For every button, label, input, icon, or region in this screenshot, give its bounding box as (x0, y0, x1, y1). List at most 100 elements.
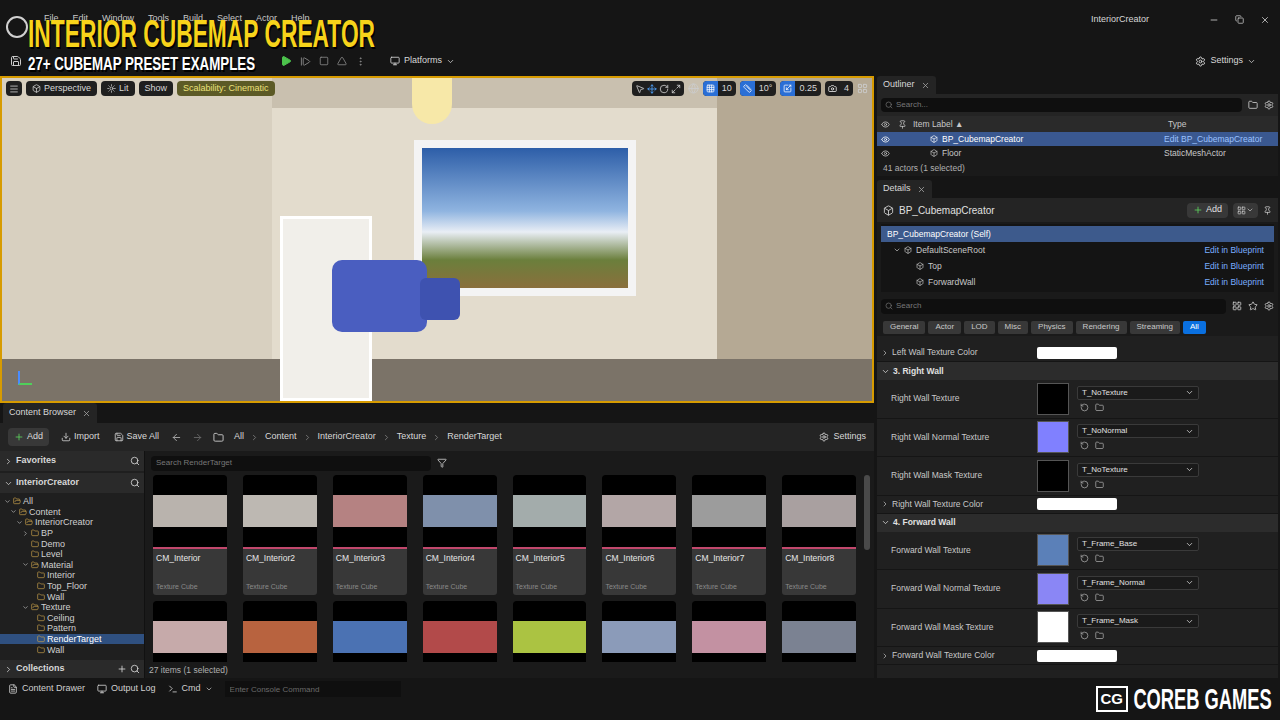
lock-icon[interactable] (1263, 206, 1272, 215)
asset-card[interactable]: CM_Interior2Texture Cube (243, 475, 317, 595)
asset-card[interactable] (333, 601, 407, 662)
gear-icon[interactable] (1264, 301, 1274, 311)
asset-search[interactable]: Search RenderTarget (151, 456, 431, 471)
eye-icon[interactable] (881, 135, 890, 144)
more-icon[interactable] (355, 56, 366, 67)
expand-icon[interactable] (881, 652, 889, 660)
details-search[interactable]: Search (881, 299, 1226, 314)
close-icon[interactable] (921, 81, 930, 90)
filter-tab[interactable]: Actor (928, 321, 961, 334)
color-swatch[interactable] (1037, 347, 1117, 359)
edit-link[interactable]: Edit in Blueprint (1204, 276, 1264, 289)
tree-item[interactable]: Material (0, 560, 144, 571)
outliner-row[interactable]: BP_CubemapCreatorEdit BP_CubemapCreator (877, 132, 1278, 146)
expand-icon[interactable] (881, 349, 889, 357)
menu-item[interactable]: Edit (73, 12, 89, 26)
asset-card[interactable]: CM_Interior6Texture Cube (602, 475, 676, 595)
breadcrumb-item[interactable]: RenderTarget (447, 430, 502, 444)
asset-card[interactable] (782, 601, 856, 662)
scale-icon[interactable] (671, 84, 681, 94)
texture-swatch[interactable] (1037, 611, 1069, 643)
blueprint-options[interactable] (1233, 203, 1258, 218)
texture-swatch[interactable] (1037, 383, 1069, 415)
search-icon[interactable] (130, 456, 140, 466)
texture-swatch[interactable] (1037, 421, 1069, 453)
tree-item[interactable]: BP (0, 528, 144, 539)
menu-item[interactable]: Build (183, 12, 203, 26)
toolbar-button[interactable]: Add (8, 428, 49, 446)
filter-tab[interactable]: Physics (1031, 321, 1073, 334)
texture-swatch[interactable] (1037, 573, 1069, 605)
column-header[interactable]: Item Label ▲ (913, 118, 1168, 131)
snap-button[interactable]: 4 (825, 81, 853, 96)
asset-card[interactable]: CM_Interior7Texture Cube (692, 475, 766, 595)
new-folder-icon[interactable] (1248, 100, 1258, 110)
browse-icon[interactable] (1095, 631, 1104, 640)
color-swatch[interactable] (1037, 650, 1117, 662)
expand-icon[interactable] (881, 500, 889, 508)
gear-icon[interactable] (1264, 100, 1274, 110)
tree-item[interactable]: Level (0, 549, 144, 560)
asset-card[interactable] (423, 601, 497, 662)
breadcrumb-item[interactable]: Content (265, 430, 297, 444)
filter-tab[interactable]: LOD (964, 321, 994, 334)
toolbar-button[interactable]: Save All (112, 428, 162, 446)
edit-link[interactable]: Edit in Blueprint (1204, 260, 1264, 273)
tree-item[interactable]: Demo (0, 538, 144, 549)
tree-item[interactable]: RenderTarget (0, 634, 144, 645)
asset-card[interactable] (692, 601, 766, 662)
tree-item[interactable]: Texture (0, 602, 144, 613)
step-icon[interactable] (300, 56, 311, 67)
tree-item[interactable]: Top_Floor (0, 581, 144, 592)
search-icon[interactable] (130, 664, 140, 674)
forward-icon[interactable] (192, 432, 203, 443)
view-icon[interactable] (1232, 301, 1242, 311)
select-icon[interactable] (635, 84, 645, 94)
toolbar-button[interactable]: Import (59, 428, 102, 446)
component-row[interactable]: ForwardWallEdit in Blueprint (881, 274, 1274, 290)
scrollbar[interactable] (864, 475, 870, 662)
asset-card[interactable] (153, 601, 227, 662)
viewport-button[interactable]: Lit (101, 81, 135, 96)
filter-tab[interactable]: Misc (998, 321, 1028, 334)
texture-dropdown[interactable]: T_Frame_Base (1077, 537, 1199, 551)
content-browser-tab[interactable]: Content Browser (3, 403, 97, 423)
asset-card[interactable]: CM_InteriorTexture Cube (153, 475, 227, 595)
back-icon[interactable] (171, 432, 182, 443)
viewport-button[interactable]: Perspective (26, 81, 97, 96)
menu-item[interactable]: Window (102, 12, 134, 26)
asset-card[interactable] (243, 601, 317, 662)
tree-item[interactable]: Wall (0, 644, 144, 655)
asset-card[interactable]: CM_Interior5Texture Cube (513, 475, 587, 595)
reset-icon[interactable] (1080, 403, 1089, 412)
add-component-button[interactable]: Add (1187, 203, 1228, 218)
color-swatch[interactable] (1037, 498, 1117, 510)
menu-item[interactable]: Actor (256, 12, 277, 26)
breadcrumb-item[interactable]: InteriorCreator (318, 430, 376, 444)
component-row[interactable]: DefaultSceneRootEdit in Blueprint (881, 242, 1274, 258)
move-icon[interactable] (647, 84, 657, 94)
reset-icon[interactable] (1080, 441, 1089, 450)
pane-section[interactable]: InteriorCreator (0, 473, 144, 493)
texture-dropdown[interactable]: T_Frame_Normal (1077, 576, 1199, 590)
status-button[interactable]: Cmd (168, 681, 213, 697)
outliner-search[interactable]: Search... (881, 98, 1242, 112)
tree-item[interactable]: InteriorCreator (0, 517, 144, 528)
snap-button[interactable]: 0.25 (780, 81, 821, 96)
asset-card[interactable] (602, 601, 676, 662)
settings-button[interactable]: Settings (1195, 54, 1256, 68)
status-button[interactable]: Content Drawer (8, 681, 85, 697)
console-input[interactable] (225, 681, 401, 697)
menu-item[interactable]: File (44, 12, 59, 26)
menu-item[interactable]: Tools (148, 12, 169, 26)
browse-icon[interactable] (1095, 480, 1104, 489)
viewport-button[interactable]: Show (139, 81, 174, 96)
close-icon[interactable] (917, 185, 926, 194)
favorite-icon[interactable] (1248, 301, 1258, 311)
viewport-button[interactable]: Scalability: Cinematic (177, 81, 275, 96)
close-icon[interactable] (82, 409, 91, 418)
filter-tab[interactable]: Streaming (1130, 321, 1180, 334)
filter-tab[interactable]: Rendering (1076, 321, 1127, 334)
tree-item[interactable]: All (0, 496, 144, 507)
texture-dropdown[interactable]: T_NoNormal (1077, 424, 1199, 438)
